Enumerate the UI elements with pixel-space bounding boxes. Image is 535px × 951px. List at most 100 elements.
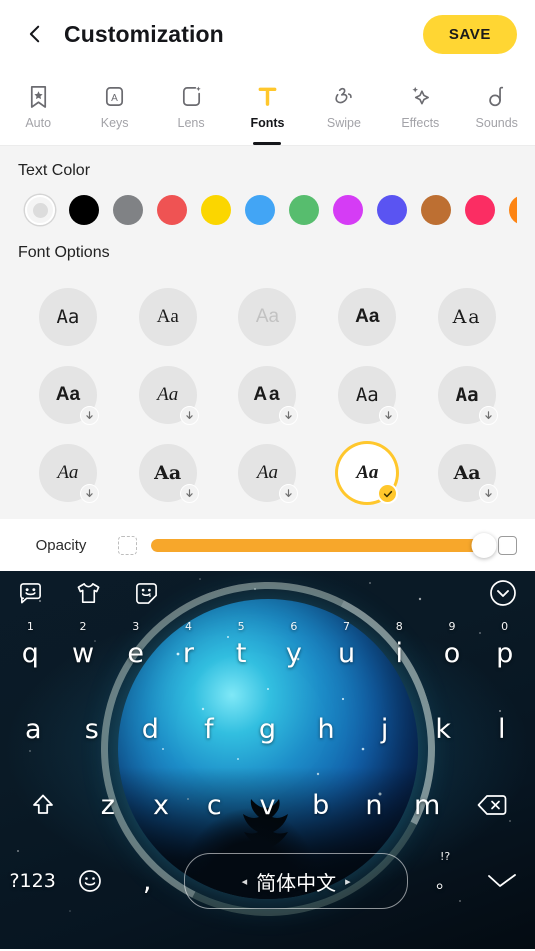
download-arrow-icon[interactable] xyxy=(479,484,499,503)
color-swatch-green[interactable] xyxy=(282,192,326,228)
download-arrow-icon[interactable] xyxy=(479,406,499,425)
font-option-6[interactable]: Aa xyxy=(118,362,218,428)
key-y[interactable]: 6y xyxy=(268,620,321,669)
symbols-key[interactable]: ?123 xyxy=(4,870,61,892)
space-right-arrow[interactable]: ▸ xyxy=(345,875,351,888)
tab-effects[interactable]: Effects xyxy=(382,68,458,145)
key-j[interactable]: j xyxy=(355,714,414,745)
key-d[interactable]: d xyxy=(121,714,180,745)
save-button[interactable]: SAVE xyxy=(422,14,517,54)
download-arrow-icon[interactable] xyxy=(79,406,99,425)
tab-fonts[interactable]: Fonts xyxy=(229,68,305,145)
sticker-face-icon[interactable] xyxy=(18,581,43,606)
opacity-slider[interactable] xyxy=(151,532,497,558)
key-c[interactable]: c xyxy=(188,790,241,821)
color-swatch-gray[interactable] xyxy=(106,192,150,228)
key-label: l xyxy=(497,713,506,745)
key-n[interactable]: n xyxy=(347,790,400,821)
color-swatch-brown[interactable] xyxy=(414,192,458,228)
font-option-11[interactable]: Aa xyxy=(118,440,218,506)
period-key[interactable]: !? 。 xyxy=(416,850,473,894)
tab-sounds[interactable]: Sounds xyxy=(459,68,535,145)
color-swatch-orange[interactable] xyxy=(502,192,517,228)
key-g[interactable]: g xyxy=(238,714,297,745)
tab-keys[interactable]: A Keys xyxy=(76,68,152,145)
font-option-12[interactable]: Aa xyxy=(218,440,318,506)
lens-sparkle-icon xyxy=(180,83,203,109)
tab-swipe[interactable]: Swipe xyxy=(306,68,382,145)
download-arrow-icon[interactable] xyxy=(279,484,299,503)
font-option-7[interactable]: Aa xyxy=(218,362,318,428)
font-option-0[interactable]: Aa xyxy=(18,284,118,350)
backspace-icon xyxy=(478,795,507,815)
color-swatch-pink[interactable] xyxy=(458,192,502,228)
spacebar[interactable]: ◂ 简体中文 ▸ xyxy=(183,853,409,909)
key-t[interactable]: 5t xyxy=(215,620,268,669)
tshirt-theme-icon[interactable] xyxy=(75,581,102,606)
key-label: j xyxy=(380,713,389,745)
key-v[interactable]: v xyxy=(241,790,294,821)
download-arrow-icon[interactable] xyxy=(79,484,99,503)
emoji-sticker-icon[interactable] xyxy=(134,581,159,606)
font-preview: Aa xyxy=(438,288,497,346)
key-k[interactable]: k xyxy=(414,714,473,745)
font-option-4[interactable]: Aa xyxy=(417,284,517,350)
key-e[interactable]: 3e xyxy=(109,620,162,669)
font-option-2[interactable]: Aa xyxy=(218,284,318,350)
key-q[interactable]: 1q xyxy=(4,620,57,669)
key-f[interactable]: f xyxy=(180,714,239,745)
download-arrow-icon[interactable] xyxy=(379,406,399,425)
tab-lens[interactable]: Lens xyxy=(153,68,229,145)
font-option-3[interactable]: Aa xyxy=(317,284,417,350)
color-swatch-red[interactable] xyxy=(150,192,194,228)
key-z[interactable]: z xyxy=(81,790,134,821)
download-arrow-icon[interactable] xyxy=(179,406,199,425)
font-option-14[interactable]: Aa xyxy=(417,440,517,506)
check-icon xyxy=(377,483,399,504)
key-p[interactable]: 0p xyxy=(478,620,531,669)
key-label: u xyxy=(337,637,356,669)
shift-key[interactable] xyxy=(4,792,81,818)
color-swatch-yellow[interactable] xyxy=(194,192,238,228)
chevron-left-icon xyxy=(29,25,40,43)
key-u[interactable]: 7u xyxy=(320,620,373,669)
color-swatch-magenta[interactable] xyxy=(326,192,370,228)
font-option-5[interactable]: Aa xyxy=(18,362,118,428)
font-option-9[interactable]: Aa xyxy=(417,362,517,428)
font-option-10[interactable]: Aa xyxy=(18,440,118,506)
chevron-down-circle-icon[interactable] xyxy=(489,579,517,607)
key-s[interactable]: s xyxy=(63,714,122,745)
emoji-key[interactable] xyxy=(61,868,118,894)
color-swatch-default[interactable] xyxy=(18,192,62,228)
space-label: 简体中文 xyxy=(256,870,337,895)
font-option-8[interactable]: Aa xyxy=(317,362,417,428)
color-swatch-black[interactable] xyxy=(62,192,106,228)
font-option-13[interactable]: Aa xyxy=(317,440,417,506)
key-m[interactable]: m xyxy=(401,790,454,821)
space-key[interactable]: ◂ 简体中文 ▸ xyxy=(176,853,417,909)
key-label: f xyxy=(204,713,214,745)
comma-key[interactable]: , xyxy=(119,866,176,897)
key-label: v xyxy=(259,789,276,821)
back-button[interactable] xyxy=(18,17,52,51)
color-swatch-blue[interactable] xyxy=(238,192,282,228)
key-l[interactable]: l xyxy=(472,714,531,745)
backspace-key[interactable] xyxy=(454,793,531,817)
slider-thumb[interactable] xyxy=(471,532,497,558)
key-r[interactable]: 4r xyxy=(162,620,215,669)
tab-auto[interactable]: Auto xyxy=(0,68,76,145)
key-w[interactable]: 2w xyxy=(57,620,110,669)
enter-key[interactable] xyxy=(474,870,531,892)
key-i[interactable]: 8i xyxy=(373,620,426,669)
download-arrow-icon[interactable] xyxy=(279,406,299,425)
color-swatch-indigo[interactable] xyxy=(370,192,414,228)
space-left-arrow[interactable]: ◂ xyxy=(242,875,248,888)
download-arrow-icon[interactable] xyxy=(179,484,199,503)
key-b[interactable]: b xyxy=(294,790,347,821)
font-preview: Aa xyxy=(438,444,499,503)
key-h[interactable]: h xyxy=(297,714,356,745)
font-option-1[interactable]: Aa xyxy=(118,284,218,350)
key-a[interactable]: a xyxy=(4,714,63,745)
key-o[interactable]: 9o xyxy=(426,620,479,669)
key-x[interactable]: x xyxy=(134,790,187,821)
